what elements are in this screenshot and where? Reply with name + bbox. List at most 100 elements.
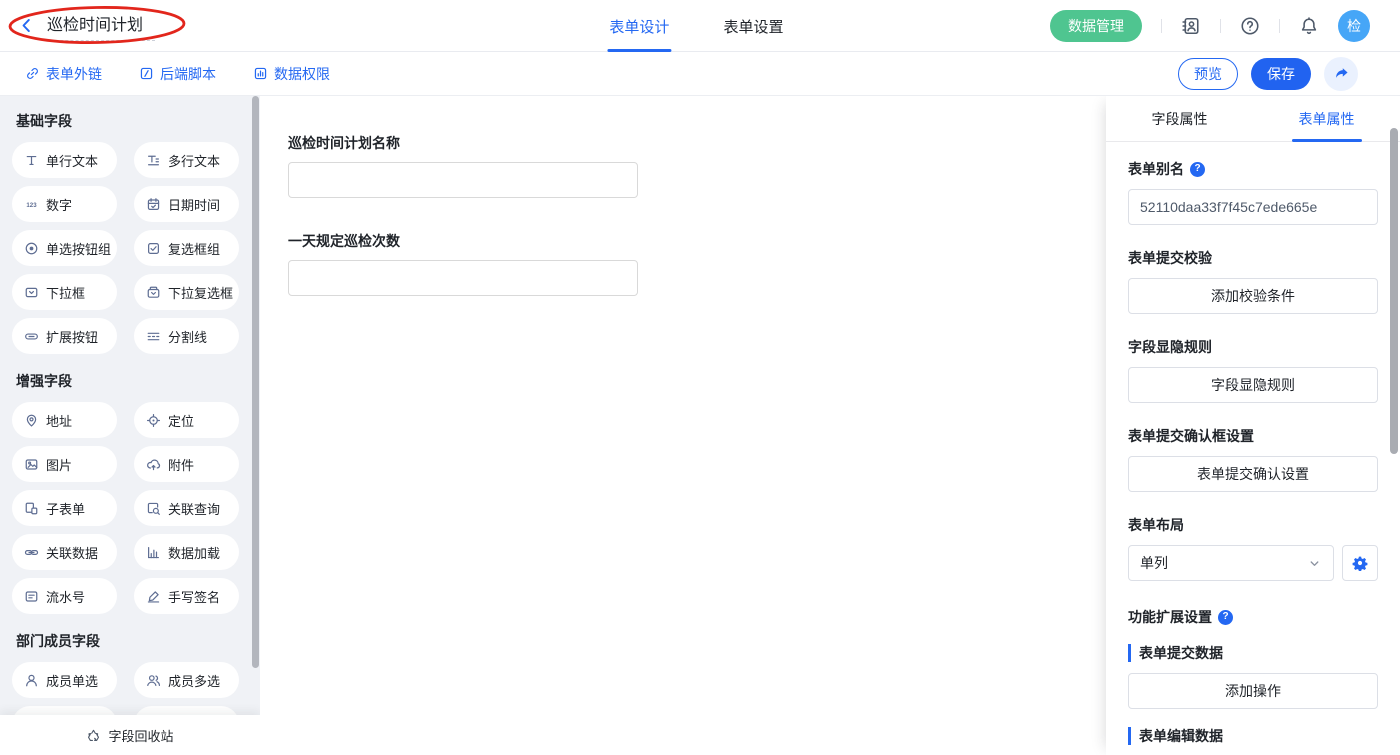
share-button[interactable] [1324,57,1358,91]
help-badge-icon[interactable] [1190,162,1205,177]
field-library-item[interactable]: 手写签名 [134,578,239,614]
back-icon[interactable] [18,17,35,34]
form-toolbar: 表单外链 后端脚本 数据权限 预览 保存 [0,52,1400,96]
field-library-item[interactable]: 下拉框 [12,274,117,310]
field-item-label: 下拉框 [46,283,85,302]
multi-text-icon [145,152,161,168]
data-permission-link[interactable]: 数据权限 [253,64,330,84]
header-tabs: 表单设计表单设置 [607,0,785,52]
avatar[interactable]: 检 [1338,10,1370,42]
section-title: 基础字段 [16,112,260,130]
gear-icon [1352,555,1368,571]
main-body: 基础字段 单行文本 多行文本 123数字 日期时间单选按钮组 复选框组下拉框 下拉复选框扩… [0,96,1400,755]
data-load-icon [145,544,161,560]
field-library-item[interactable]: 图片 [12,446,117,482]
field-item-label: 子表单 [46,499,85,518]
field-library-item[interactable]: 日期时间 [134,186,239,222]
canvas-field[interactable]: 巡检时间计划名称 [288,133,638,198]
form-edit-data-label: 表单编辑数据 [1128,727,1378,745]
form-layout-select[interactable]: 单列 [1128,545,1334,581]
section-grid: 单行文本 多行文本 123数字 日期时间单选按钮组 复选框组下拉框 下拉复选框扩展按钮 分割… [0,142,260,354]
extend-button-icon [23,328,39,344]
save-button[interactable]: 保存 [1251,58,1311,90]
recycle-label: 字段回收站 [108,726,173,745]
multiselect-icon [145,284,161,300]
link-label: 数据权限 [274,64,330,84]
field-item-label: 地址 [46,411,72,430]
field-library-item[interactable]: 单选按钮组 [12,230,117,266]
field-library-item[interactable]: 附件 [134,446,239,482]
contacts-icon[interactable] [1181,16,1201,36]
sidebar-scrollbar[interactable] [252,96,259,668]
field-visibility-rules-button[interactable]: 字段显隐规则 [1128,367,1378,403]
properties-panel: 字段属性表单属性 表单别名 52110daa33f7f45c7ede665e 表单提… [1106,96,1400,755]
field-library-item[interactable]: 下拉复选框 [134,274,239,310]
tab-field-properties[interactable]: 字段属性 [1106,96,1253,141]
field-library-item[interactable]: 成员单选 [12,662,117,698]
canvas-field-input[interactable] [288,260,638,296]
recycle-icon [86,728,101,743]
field-library-item[interactable]: 123数字 [12,186,117,222]
tab-form-settings[interactable]: 表单设置 [721,0,785,52]
locate-icon [145,412,161,428]
top-header: 巡检时间计划 表单设计表单设置 数据管理 检 [0,0,1400,52]
field-item-label: 扩展按钮 [46,327,98,346]
tab-form-design[interactable]: 表单设计 [607,0,671,52]
field-library-item[interactable]: 复选框组 [134,230,239,266]
panel-tabs: 字段属性表单属性 [1106,96,1400,142]
form-submit-confirm-button[interactable]: 表单提交确认设置 [1128,456,1378,492]
field-item-label: 数据加载 [168,543,220,562]
data-manage-button[interactable]: 数据管理 [1050,10,1142,42]
field-library-item[interactable]: 数据加载 [134,534,239,570]
toolbar-links: 表单外链 后端脚本 数据权限 [0,64,330,84]
field-library-item[interactable]: 多行文本 [134,142,239,178]
field-library-item[interactable]: 成员多选 [134,662,239,698]
field-recycle-bin[interactable]: 字段回收站 [0,715,260,755]
field-item-label: 关联数据 [46,543,98,562]
radio-icon [23,240,39,256]
sidebar-section: 基础字段 单行文本 多行文本 123数字 日期时间单选按钮组 复选框组下拉框 下拉复选框扩… [0,112,260,354]
field-library-item[interactable]: 关联数据 [12,534,117,570]
form-designer-app: 巡检时间计划 表单设计表单设置 数据管理 检 表单外链 后端脚本 数据权限 预览 保… [0,0,1400,755]
address-icon [23,412,39,428]
field-item-label: 复选框组 [168,239,220,258]
canvas-field-input[interactable] [288,162,638,198]
tab-form-properties[interactable]: 表单属性 [1253,96,1400,141]
form-layout-settings-button[interactable] [1342,545,1378,581]
field-library-item[interactable]: 关联查询 [134,490,239,526]
field-item-label: 日期时间 [168,195,220,214]
help-badge-icon[interactable] [1218,610,1233,625]
page-title[interactable]: 巡检时间计划 [45,10,155,41]
single-text-icon [23,152,39,168]
preview-button[interactable]: 预览 [1178,58,1238,90]
member-multi-icon [145,672,161,688]
field-library-item[interactable]: 地址 [12,402,117,438]
bell-icon[interactable] [1299,16,1319,36]
field-item-label: 单选按钮组 [46,239,111,258]
section-title: 部门成员字段 [16,632,260,650]
form-submit-validation-label: 表单提交校验 [1128,249,1378,267]
divider-icon [145,328,161,344]
help-icon[interactable] [1240,16,1260,36]
field-library-item[interactable]: 定位 [134,402,239,438]
form-external-link[interactable]: 表单外链 [25,64,102,84]
field-library-item[interactable]: 流水号 [12,578,117,614]
canvas-field-label: 巡检时间计划名称 [288,133,638,153]
form-alias-label: 表单别名 [1128,160,1378,178]
field-item-label: 手写签名 [168,587,220,606]
backend-script-link[interactable]: 后端脚本 [139,64,216,84]
field-library-item[interactable]: 分割线 [134,318,239,354]
field-item-label: 多行文本 [168,151,220,170]
divider [1279,19,1280,33]
form-submit-data-button[interactable]: 添加操作 [1128,673,1378,709]
form-alias-input[interactable]: 52110daa33f7f45c7ede665e [1128,189,1378,225]
image-icon [23,456,39,472]
form-submit-validation-button[interactable]: 添加校验条件 [1128,278,1378,314]
panel-scrollbar[interactable] [1390,128,1398,454]
field-library-item[interactable]: 单行文本 [12,142,117,178]
field-library-item[interactable]: 子表单 [12,490,117,526]
attachment-icon [145,456,161,472]
canvas-field[interactable]: 一天规定巡检次数 [288,231,638,296]
field-library-item[interactable]: 扩展按钮 [12,318,117,354]
datetime-icon [145,196,161,212]
